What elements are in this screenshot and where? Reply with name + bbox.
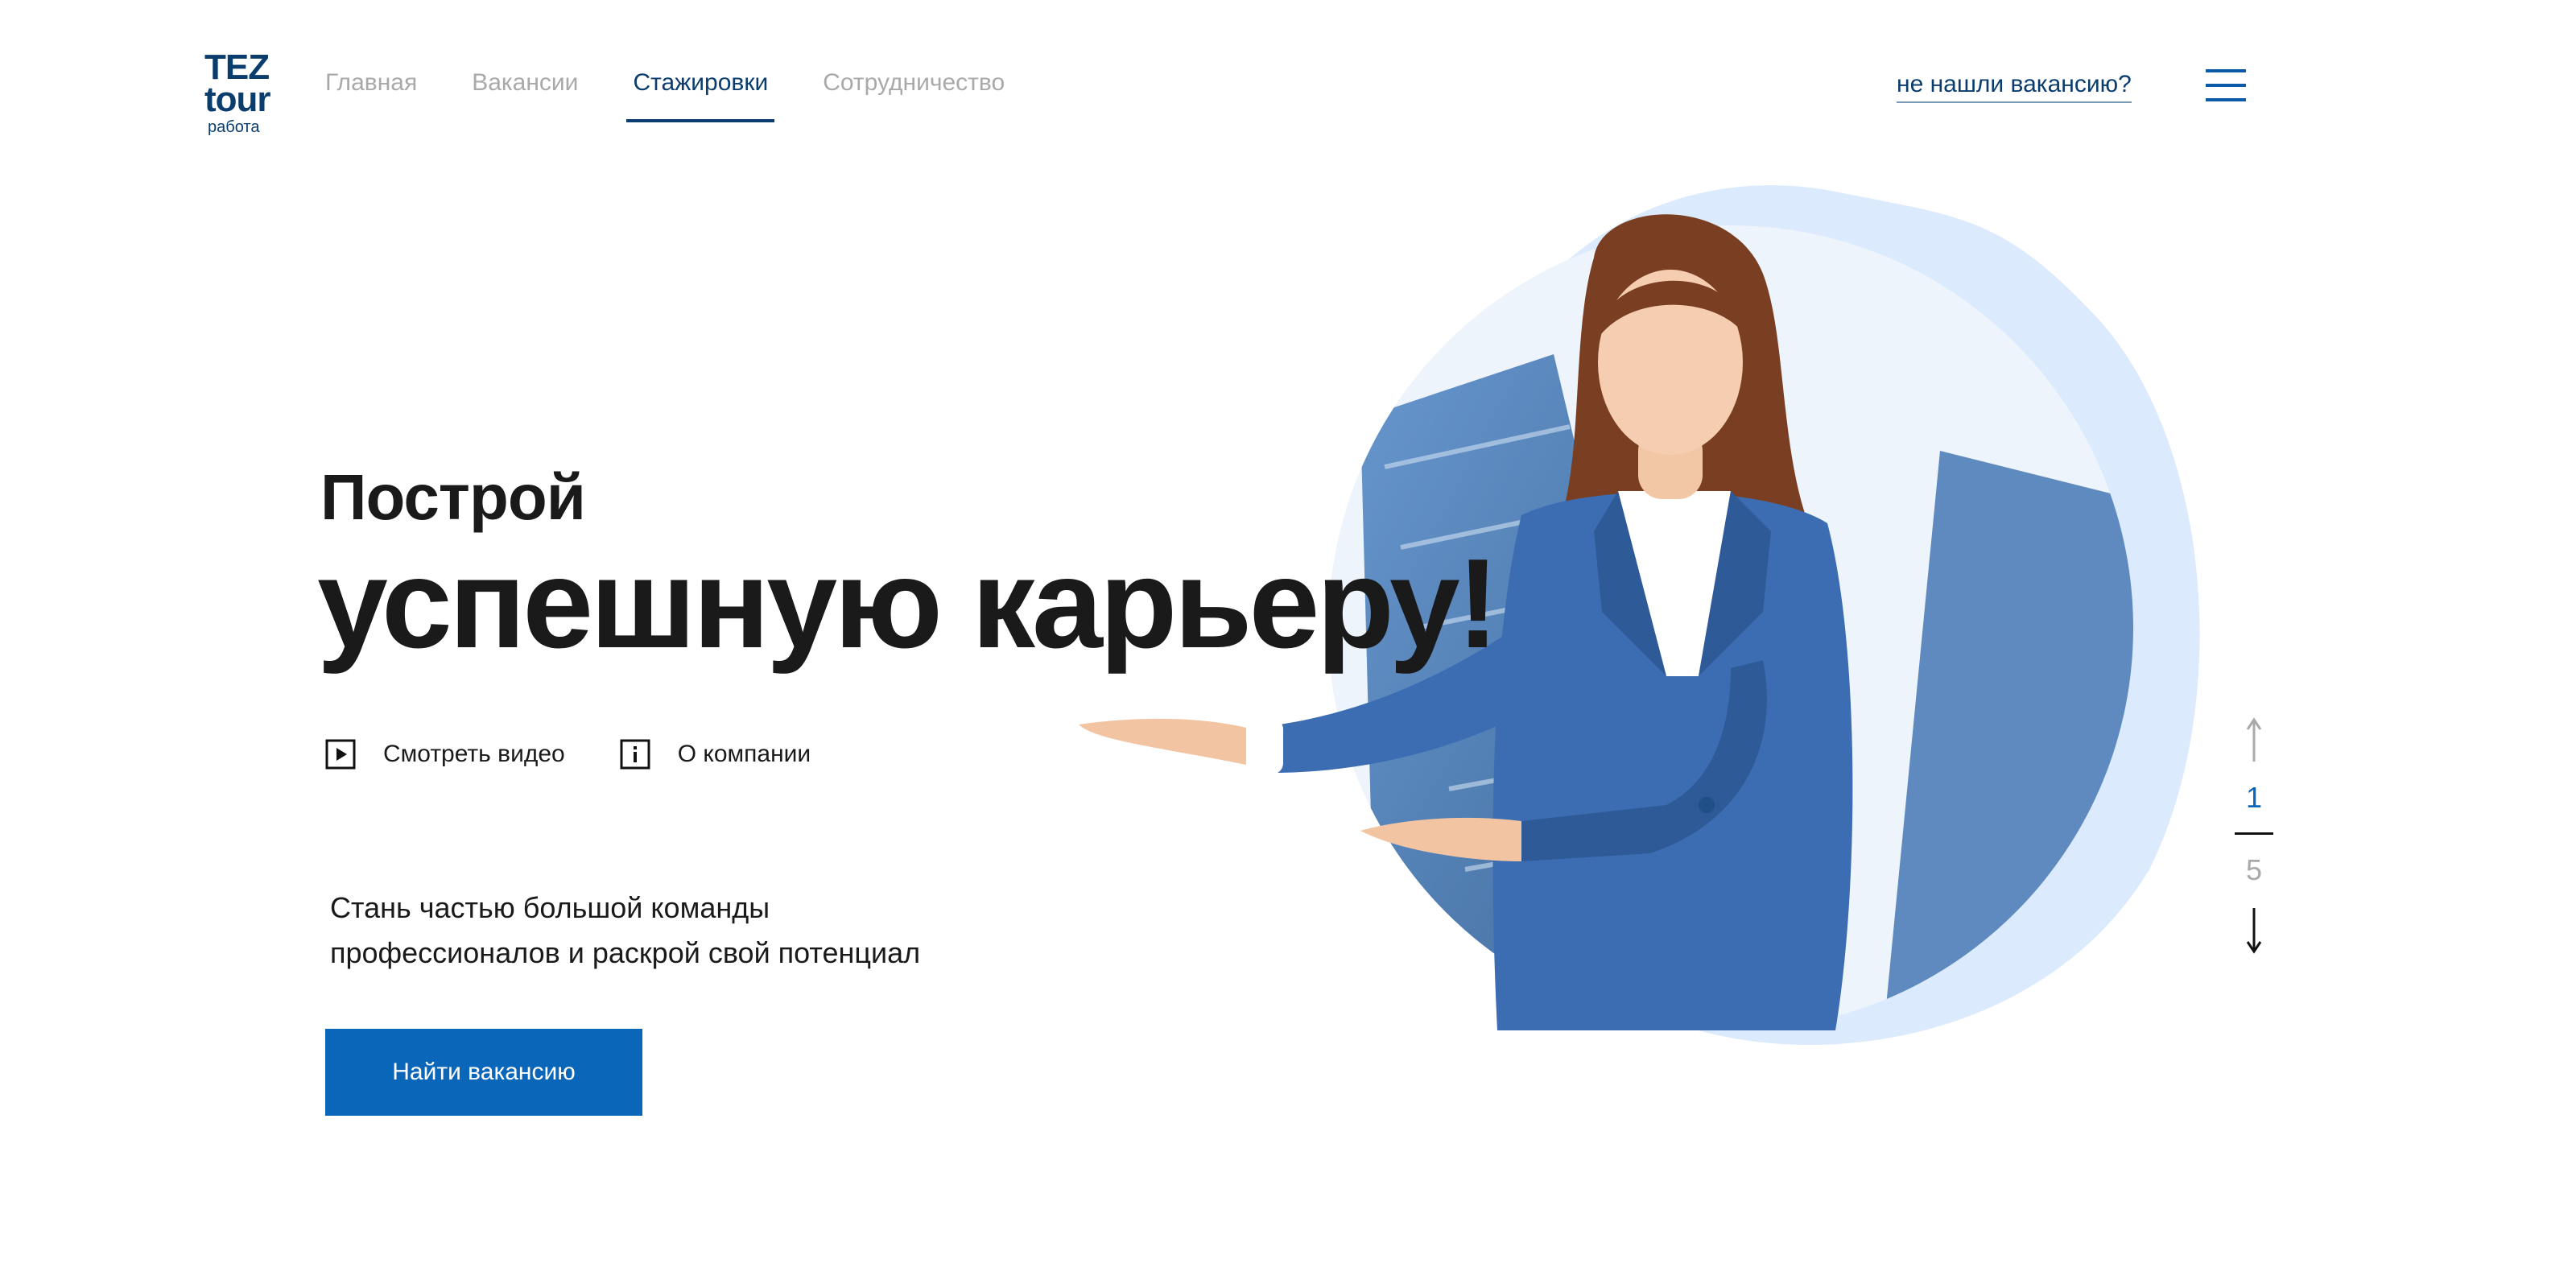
nav-item-cooperation[interactable]: Сотрудничество (823, 69, 1005, 126)
about-company-label: О компании (677, 741, 811, 767)
hero-subtext: Стань частью большой команды профессиона… (330, 886, 1055, 976)
play-icon (325, 739, 356, 770)
pager-divider (2235, 832, 2273, 835)
info-icon (620, 739, 650, 770)
hero-links: Смотреть видео О компании (325, 739, 865, 770)
hero-subtext-line-2: профессионалов и раскрой свой потенциал (330, 936, 921, 969)
watch-video-label: Смотреть видео (383, 741, 565, 767)
hero-subtext-line-1: Стань частью большой команды (330, 891, 770, 924)
hero-kicker: Построй (320, 461, 586, 533)
total-slides-number: 5 (2245, 853, 2263, 886)
arrow-up-icon[interactable] (2222, 716, 2286, 765)
nav-item-home[interactable]: Главная (325, 69, 417, 126)
watch-video-link[interactable]: Смотреть видео (325, 739, 565, 770)
logo-line-2: tour (204, 80, 271, 119)
nav-item-internships[interactable]: Стажировки (626, 69, 774, 126)
hero-headline: успешную карьеру! (317, 533, 1499, 675)
not-found-vacancy-link[interactable]: не нашли вакансию? (1897, 71, 2132, 103)
burger-menu-icon[interactable] (2206, 69, 2246, 101)
logo[interactable]: TEZ tour работа (204, 50, 271, 136)
main-nav: Главная Вакансии Стажировки Сотрудничест… (325, 69, 1059, 126)
current-slide-number: 1 (2245, 781, 2263, 814)
about-company-link[interactable]: О компании (620, 739, 811, 770)
find-vacancy-button[interactable]: Найти вакансию (325, 1029, 642, 1116)
arrow-down-icon[interactable] (2222, 905, 2286, 956)
logo-line-3: работа (208, 118, 260, 136)
nav-item-vacancies[interactable]: Вакансии (472, 69, 578, 126)
slide-pager: 1 5 (2222, 716, 2286, 958)
